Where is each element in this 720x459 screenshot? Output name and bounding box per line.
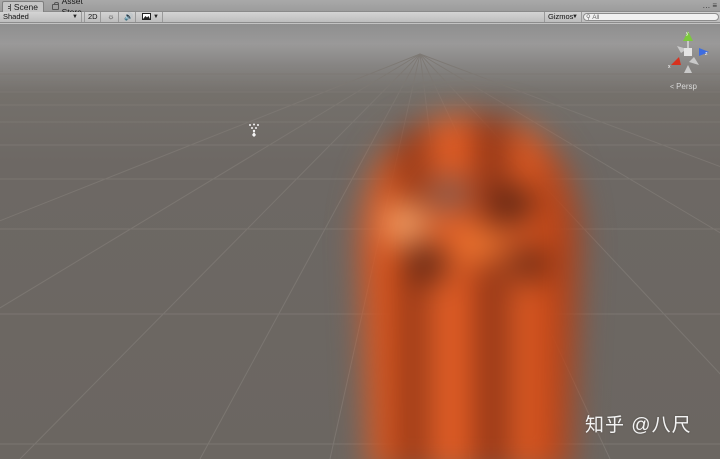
grid-icon [8, 3, 11, 11]
projection-toggle[interactable]: < Persp [670, 82, 697, 93]
scene-viewport[interactable]: y z x < Persp 知乎 @八尺 [0, 24, 720, 459]
search-placeholder: All [592, 14, 600, 21]
chevron-down-icon: ▼ [72, 14, 78, 20]
gizmos-label: Gizmos [548, 12, 574, 21]
toggle-2d-button[interactable]: 2D [84, 12, 101, 22]
tab-asset-store[interactable]: Asset Store [47, 0, 107, 17]
orientation-gizmo[interactable]: y z x [665, 29, 711, 75]
search-icon: ⚲ [586, 14, 591, 21]
watermark-text: 知乎 @八尺 [585, 415, 692, 436]
lighting-toggle-button[interactable]: ☼ [104, 12, 119, 22]
light-icon[interactable] [247, 123, 263, 137]
more-options-icon[interactable]: … [702, 1, 710, 10]
effects-dropdown[interactable]: ▼ [139, 12, 163, 22]
tab-scene[interactable]: Scene [2, 1, 44, 12]
shopping-bag-icon [52, 1, 59, 10]
tab-scene-label: Scene [13, 1, 38, 12]
speaker-icon: 🔊 [124, 12, 134, 21]
sun-icon: ☼ [107, 12, 115, 21]
tab-strip: Scene Asset Store … ≡ [0, 0, 720, 17]
tab-menu-icon[interactable]: ≡ [712, 1, 717, 10]
projection-label: Persp [676, 82, 697, 91]
gizmo-axis-x: x [668, 64, 671, 70]
gizmos-dropdown[interactable]: Gizmos ▼ [544, 12, 582, 22]
selected-game-object[interactable] [330, 74, 610, 459]
audio-toggle-button[interactable]: 🔊 [121, 12, 136, 22]
chevron-down-icon: ▼ [153, 14, 159, 20]
chevron-left-icon: < [670, 84, 675, 91]
window-controls: … ≡ [702, 1, 717, 10]
chevron-down-icon: ▼ [572, 14, 578, 20]
search-input[interactable]: ⚲ All [583, 13, 719, 21]
shading-mode-dropdown[interactable]: Shaded ▼ [0, 12, 82, 22]
shading-mode-label: Shaded [3, 12, 29, 21]
scene-toolbar: Shaded ▼ 2D ☼ 🔊 ▼ Gizmos ▼ ⚲ All [0, 12, 720, 23]
image-icon [142, 13, 151, 20]
